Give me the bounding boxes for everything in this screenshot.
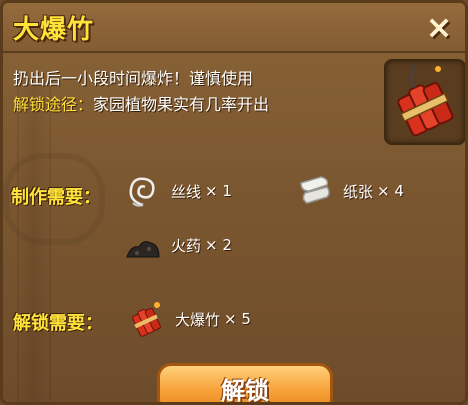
unlock-req-qty: × 5 [224,310,251,328]
material-name: 火药 [171,236,202,255]
material-qty: × 4 [377,182,404,200]
firecracker-icon [397,63,454,137]
close-button[interactable]: × [421,8,457,46]
close-icon: × [425,8,453,46]
item-description: 扔出后一小段时间爆炸！谨慎使用 [13,69,254,88]
dialog-title: 大爆竹 [13,15,95,45]
paper-icon [295,171,335,211]
gunpowder-icon [123,225,163,265]
item-dialog: 大爆竹 × 扔出后一小段时间爆炸！谨慎使用 解锁途径：家园植物果实有几率开出 制… [0,0,468,405]
material-name: 丝线 [171,182,202,201]
unlock-req-label: 解锁需要： [13,313,103,334]
unlock-button[interactable]: 解锁 [157,363,333,402]
material-qty: × 1 [205,182,232,200]
material-item: 火药 × 2 [123,225,232,265]
item-preview-frame [384,59,465,145]
unlock-req-name: 大爆竹 [175,310,221,329]
unlock-way: 解锁途径：家园植物果实有几率开出 [13,91,269,115]
material-qty: × 2 [205,236,232,254]
firecracker-icon [127,299,167,339]
material-item: 丝线 × 1 [123,171,232,211]
material-name: 纸张 [343,182,374,201]
thread-icon [123,171,163,211]
crafting-label: 制作需要： [11,187,101,208]
material-item: 纸张 × 4 [295,171,404,211]
unlock-way-text: 家园植物果实有几率开出 [93,95,270,114]
unlock-way-label: 解锁途径： [13,95,94,114]
unlock-req-item: 大爆竹 × 5 [127,299,251,339]
